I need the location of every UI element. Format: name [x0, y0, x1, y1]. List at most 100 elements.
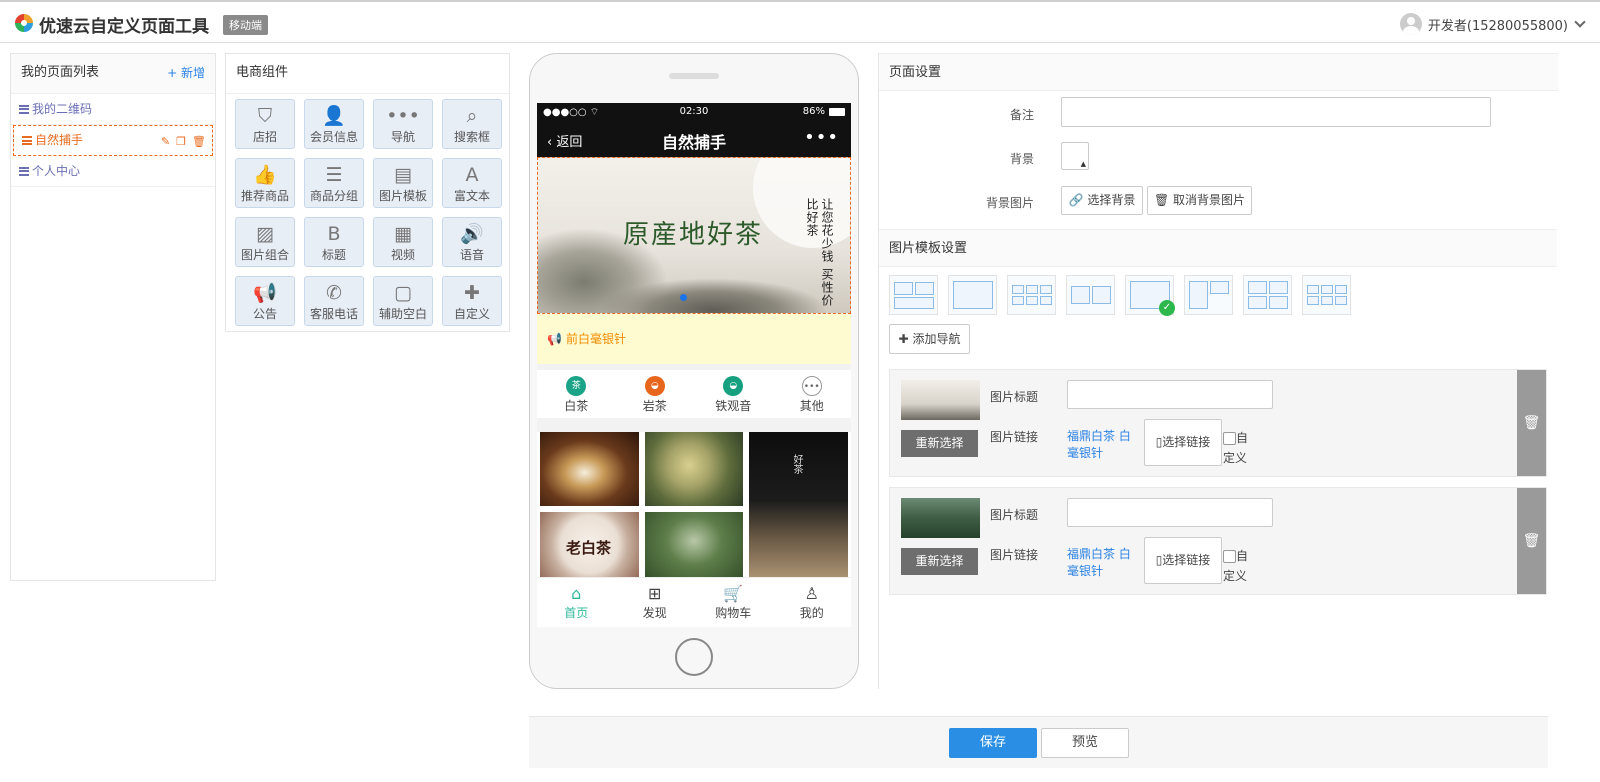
template-option-3[interactable] [1007, 275, 1056, 315]
good-tea-text: 好茶 [791, 454, 802, 474]
menu-icon [19, 104, 29, 114]
trash-icon: 🗑 [1522, 415, 1541, 431]
product-image-tea-cake[interactable]: 老白茶 [540, 512, 639, 584]
component-thumbs-up[interactable]: 👍 推荐商品 [235, 158, 295, 208]
template-options: ✓ [889, 275, 1351, 316]
font-icon: A [465, 164, 479, 186]
component-film[interactable]: ▦ 视频 [373, 217, 433, 267]
tea-cake-text: 老白茶 [566, 539, 612, 557]
template-option-7[interactable] [1243, 275, 1292, 315]
template-option-1[interactable] [889, 275, 938, 315]
product-image-tea-tree[interactable] [645, 512, 743, 584]
component-font[interactable]: A 富文本 [442, 158, 502, 208]
home-icon: ⌂ [571, 584, 582, 603]
component-square[interactable]: ▢ 辅助空白 [373, 276, 433, 326]
component-puzzle[interactable]: ✚ 自定义 [442, 276, 502, 326]
image-link-text[interactable]: 福鼎白茶 白毫银针 [1067, 546, 1137, 580]
copy-icon[interactable]: ❐ [176, 126, 186, 157]
page-item-actions: ✎ ❐ 🗑 [161, 126, 206, 157]
component-bookmark[interactable]: ⛉ 店招 [235, 99, 295, 149]
component-search[interactable]: ⌕ 搜索框 [442, 99, 502, 149]
bookmark-icon: ⛉ [257, 105, 273, 127]
template-option-6[interactable] [1184, 275, 1233, 315]
image-link-label: 图片链接 [990, 430, 1039, 444]
reselect-button[interactable]: 重新选择 [901, 430, 978, 457]
template-option-5-selected[interactable]: ✓ [1125, 275, 1175, 316]
component-user[interactable]: 👤 会员信息 [304, 99, 364, 149]
save-button[interactable]: 保存 [949, 728, 1037, 758]
phone-speaker [669, 73, 719, 79]
component-phone[interactable]: ✆ 客服电话 [304, 276, 364, 326]
template-option-8[interactable] [1302, 275, 1351, 315]
preview-button[interactable]: 预览 [1041, 728, 1129, 758]
image-title-input[interactable] [1067, 498, 1273, 527]
component-bold[interactable]: B 标题 [304, 217, 364, 267]
category-item[interactable]: ◒ 铁观音 [694, 370, 773, 418]
product-image-good-tea[interactable]: 好茶 [749, 432, 848, 584]
battery-level: 86% [802, 106, 825, 117]
delete-item-button[interactable]: 🗑 [1517, 370, 1546, 476]
template-option-4[interactable] [1066, 275, 1115, 315]
add-page-button[interactable]: + 新增 [167, 54, 205, 92]
tab-discover[interactable]: ⊞ 发现 [616, 578, 695, 627]
component-volume[interactable]: 🔊 语音 [442, 217, 502, 267]
tab-home[interactable]: ⌂ 首页 [537, 578, 616, 627]
dots-icon: ••• [386, 105, 420, 127]
custom-checkbox[interactable]: 自定义 [1223, 546, 1259, 586]
image-title-input[interactable] [1067, 380, 1273, 409]
plus-icon: ✚ [898, 332, 909, 346]
image-link-label: 图片链接 [990, 548, 1039, 562]
component-image-file[interactable]: ▤ 图片模板 [373, 158, 433, 208]
user-menu[interactable]: 开发者(15280055800) [1399, 13, 1588, 35]
component-megaphone[interactable]: 📢 公告 [235, 276, 295, 326]
notice-bar[interactable]: 📢 前白毫银针 [537, 314, 851, 364]
list-icon: ☰ [325, 164, 343, 186]
battery-icon [829, 108, 845, 116]
component-picture[interactable]: ▨ 图片组合 [235, 217, 295, 267]
tab-label: 发现 [642, 606, 667, 620]
checkbox-icon[interactable] [1223, 550, 1236, 563]
page-settings-header: 页面设置 [879, 53, 1558, 91]
more-icon[interactable]: ••• [804, 127, 839, 148]
category-item[interactable]: 茶白茶 [537, 370, 616, 418]
trash-icon[interactable]: 🗑 [192, 126, 206, 157]
note-input[interactable] [1061, 97, 1491, 127]
menu-icon [22, 136, 32, 145]
reselect-button[interactable]: 重新选择 [901, 548, 978, 575]
page-item-profile[interactable]: 个人中心 [11, 156, 215, 187]
tab-profile[interactable]: ♙ 我的 [773, 578, 852, 627]
category-item[interactable]: ••• 其他 [773, 370, 852, 418]
phone-nav-bar: ‹ 返回 自然捕手 ••• [537, 121, 851, 157]
page-item-active[interactable]: 自然捕手 ✎ ❐ 🗑 [13, 125, 213, 156]
category-item[interactable]: ◒ 岩茶 [616, 370, 695, 418]
custom-checkbox[interactable]: 自定义 [1223, 428, 1259, 468]
component-label: 商品分组 [309, 189, 358, 203]
background-color-picker[interactable]: ▲ [1061, 142, 1089, 170]
edit-icon[interactable]: ✎ [161, 126, 170, 157]
component-list[interactable]: ☰ 商品分组 [304, 158, 364, 208]
component-dots[interactable]: ••• 导航 [373, 99, 433, 149]
square-icon: ▢ [394, 282, 412, 304]
choose-link-button[interactable]: ▯选择链接 [1144, 419, 1222, 466]
phone-icon: ✆ [326, 282, 342, 304]
choose-link-label: 选择链接 [1162, 435, 1211, 449]
cancel-background-button[interactable]: 🗑 取消背景图片 [1147, 186, 1252, 215]
banner-slider[interactable]: 原産地好茶 让您花少钱 买性价比好茶 [537, 157, 851, 314]
slider-dot[interactable] [680, 294, 687, 301]
add-nav-label: 添加导航 [912, 332, 961, 346]
tab-cart[interactable]: 🛒 购物车 [694, 578, 773, 627]
product-image-tea-bowl[interactable] [645, 432, 743, 506]
components-header: 电商组件 [226, 54, 509, 94]
category-icon: 茶 [566, 376, 587, 396]
category-icon: ••• [801, 376, 822, 396]
checkbox-icon[interactable] [1223, 432, 1236, 445]
choose-link-button[interactable]: ▯选择链接 [1144, 537, 1222, 584]
page-item-qrcode[interactable]: 我的二维码 [11, 94, 215, 125]
image-link-text[interactable]: 福鼎白茶 白毫银针 [1067, 428, 1137, 462]
choose-background-button[interactable]: 🔗 选择背景 [1061, 186, 1143, 215]
add-nav-button[interactable]: ✚ 添加导航 [889, 324, 970, 354]
volume-icon: 🔊 [460, 223, 484, 245]
template-option-2[interactable] [948, 275, 997, 315]
product-image-teacup[interactable] [540, 432, 639, 506]
delete-item-button[interactable]: 🗑 [1517, 488, 1546, 594]
